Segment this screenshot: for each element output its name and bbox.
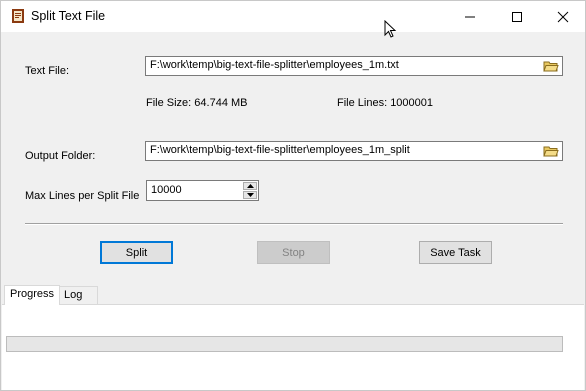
folder-open-icon[interactable] (542, 143, 560, 159)
title-bar[interactable]: Split Text File (1, 1, 585, 38)
maximize-button[interactable] (494, 1, 539, 32)
minimize-button[interactable] (447, 1, 492, 32)
spinner-down-button[interactable] (243, 191, 257, 199)
output-folder-field[interactable]: F:\work\temp\big-text-file-splitter\empl… (145, 141, 563, 161)
mouse-cursor-icon (384, 19, 398, 40)
max-lines-label: Max Lines per Split File (25, 190, 140, 202)
max-lines-value: 10000 (151, 184, 182, 196)
text-file-icon (10, 8, 26, 24)
separator (25, 223, 563, 225)
folder-open-icon[interactable] (542, 58, 560, 74)
text-file-label: Text File: (25, 65, 70, 77)
tab-log[interactable]: Log (58, 286, 98, 304)
stop-button[interactable]: Stop (257, 241, 330, 264)
app-window: Split Text File Text File: F:\work\temp\… (0, 0, 586, 391)
tab-progress[interactable]: Progress (4, 285, 61, 305)
chevron-down-icon (246, 193, 254, 197)
save-task-button[interactable]: Save Task (419, 241, 492, 264)
window-title: Split Text File (31, 9, 106, 23)
close-button[interactable] (540, 1, 585, 32)
spinner-up-button[interactable] (243, 182, 257, 190)
output-folder-label: Output Folder: (25, 150, 96, 162)
file-size-label: File Size: 64.744 MB (146, 97, 248, 109)
minimize-icon (464, 16, 475, 17)
text-file-value: F:\work\temp\big-text-file-splitter\empl… (150, 59, 399, 71)
output-folder-value: F:\work\temp\big-text-file-splitter\empl… (150, 144, 410, 156)
close-icon (557, 11, 568, 22)
progress-bar (6, 336, 563, 352)
file-lines-label: File Lines: 1000001 (337, 97, 434, 109)
maximize-icon (511, 11, 522, 22)
spinner-arrows (243, 182, 257, 199)
chevron-up-icon (246, 184, 254, 188)
text-file-field[interactable]: F:\work\temp\big-text-file-splitter\empl… (145, 56, 563, 76)
split-button[interactable]: Split (100, 241, 173, 264)
max-lines-spinner[interactable]: 10000 (146, 180, 259, 201)
